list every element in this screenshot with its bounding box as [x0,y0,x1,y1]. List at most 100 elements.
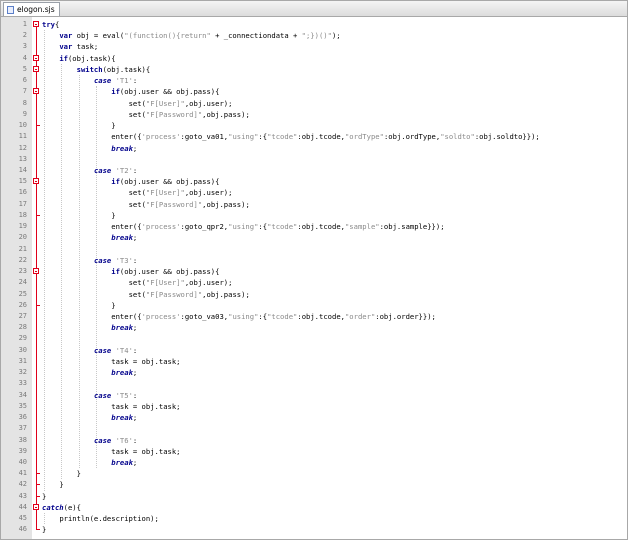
code-line[interactable]: 20 break; [1,232,627,243]
code-line[interactable]: 8 set("F[User]",obj.user); [1,98,627,109]
code-line[interactable]: 24 set("F[User]",obj.user); [1,277,627,288]
code-text: } [111,120,115,131]
code-token: :goto_va01, [180,132,229,142]
code-token: set( [128,199,146,209]
code-token: } [59,480,64,490]
keyword-token: case [93,435,112,445]
code-line[interactable]: 19 enter({'process':goto_qpr2,"using":{"t… [1,221,627,232]
code-line[interactable]: 42} [1,479,627,490]
string-token: 'T4' [115,345,133,355]
code-token: (obj.task){ [102,64,151,74]
code-line[interactable]: 15 if(obj.user && obj.pass){ [1,176,627,187]
keyword-token: if [111,267,120,277]
code-token: :obj.tcode, [297,222,345,232]
code-token: :obj.soldto}}); [474,132,540,142]
line-number: 8 [22,98,27,107]
code-line[interactable]: 17 set("F[Password]",obj.pass); [1,199,627,210]
code-line[interactable]: 5 switch(obj.task){ [1,64,627,75]
fold-toggle-icon[interactable] [33,21,39,27]
tab-elogon-sjs[interactable]: elogon.sjs [3,2,60,16]
string-token: "(function(){return" [124,31,211,41]
code-token: task = obj.task; [111,401,181,411]
code-line[interactable]: 37 [1,423,627,434]
code-line[interactable]: 39 task = obj.task; [1,446,627,457]
code-line[interactable]: 16 set("F[User]",obj.user); [1,187,627,198]
string-token: "using" [228,132,259,142]
code-line[interactable]: 3 var task; [1,41,627,52]
code-token: ); [331,31,341,41]
code-line[interactable]: 36 break; [1,412,627,423]
code-line[interactable]: 45 println(e.description); [1,513,627,524]
keyword-token: try [42,20,55,29]
code-line[interactable]: 44 catch(e){ [1,502,627,513]
code-line[interactable]: 31 task = obj.task; [1,356,627,367]
line-number: 4 [22,53,27,62]
code-token: set( [128,278,146,288]
document-icon [7,5,14,14]
line-number: 39 [18,446,27,455]
code-token: ,obj.user); [184,278,233,288]
line-number: 9 [22,109,27,118]
code-line[interactable]: 29 [1,333,627,344]
code-line[interactable]: 35 task = obj.task; [1,401,627,412]
fold-toggle-icon[interactable] [33,178,39,185]
code-line[interactable]: 46} [1,524,627,535]
keyword-token: break [111,457,133,467]
code-line[interactable]: 14 case 'T2': [1,165,627,176]
string-token: "ordType" [344,132,384,142]
code-line[interactable]: 23 if(obj.user && obj.pass){ [1,266,627,277]
fold-toggle-icon[interactable] [33,268,39,275]
code-line[interactable]: 22 case 'T3': [1,255,627,266]
code-line[interactable]: 41} [1,468,627,479]
line-number: 1 [22,20,27,28]
line-number: 5 [22,64,27,73]
code-line[interactable]: 21 [1,244,627,255]
code-line[interactable]: 25 set("F[Password]",obj.pass); [1,289,627,300]
fold-toggle-icon[interactable] [33,88,39,95]
fold-toggle-icon[interactable] [33,54,39,61]
code-line[interactable]: 10} [1,120,627,131]
code-line[interactable]: 32 break; [1,367,627,378]
code-line[interactable]: 43} [1,490,627,502]
code-text: try{ [42,19,59,30]
keyword-token: catch [42,502,64,512]
code-line[interactable]: 30 case 'T4': [1,345,627,356]
code-line[interactable]: 2 var obj = eval("(function(){return" + _… [1,30,627,41]
tab-bar: elogon.sjs [1,1,627,17]
code-line[interactable]: 33 [1,378,627,389]
line-number: 7 [22,87,27,96]
string-token: "tcode" [267,311,298,321]
line-number: 27 [18,311,27,320]
code-line[interactable]: 11 enter({'process':goto_va01,"using":{"t… [1,131,627,142]
code-text: task = obj.task; [111,446,180,457]
fold-toggle-icon[interactable] [33,503,39,510]
code-line[interactable]: 12 break; [1,143,627,154]
code-line[interactable]: 6 case 'T1': [1,75,627,86]
code-line[interactable]: 28 break; [1,322,627,333]
code-line[interactable]: 34 case 'T5': [1,390,627,401]
code-text: case 'T3': [94,255,137,266]
code-line[interactable]: 4 if(obj.task){ [1,53,627,64]
code-line[interactable]: 7 if(obj.user && obj.pass){ [1,86,627,97]
code-editor[interactable]: 1 try{2 var obj = eval("(function(){return… [1,17,627,539]
code-text: set("F[Password]",obj.pass); [129,109,250,120]
fold-toggle-icon[interactable] [33,65,39,72]
code-line[interactable]: 26} [1,299,627,311]
string-token: "sample" [344,222,380,232]
code-token: ; [132,143,138,153]
code-text: catch(e){ [42,502,81,513]
line-number: 14 [18,165,27,174]
code-line[interactable]: 27 enter({'process':goto_va03,"using":{"t… [1,311,627,322]
code-line[interactable]: 18} [1,209,627,221]
code-line[interactable]: 1 try{ [1,19,627,30]
code-token: set( [128,289,146,299]
code-token: set( [128,188,146,198]
code-line[interactable]: 40 break; [1,457,627,468]
code-token: } [111,300,116,310]
line-number: 32 [18,368,27,377]
code-line[interactable]: 13 [1,154,627,165]
code-line[interactable]: 9 set("F[Password]",obj.pass); [1,109,627,120]
keyword-token: var [59,42,73,52]
code-line[interactable]: 38 case 'T6': [1,435,627,446]
code-token: } [42,491,47,501]
